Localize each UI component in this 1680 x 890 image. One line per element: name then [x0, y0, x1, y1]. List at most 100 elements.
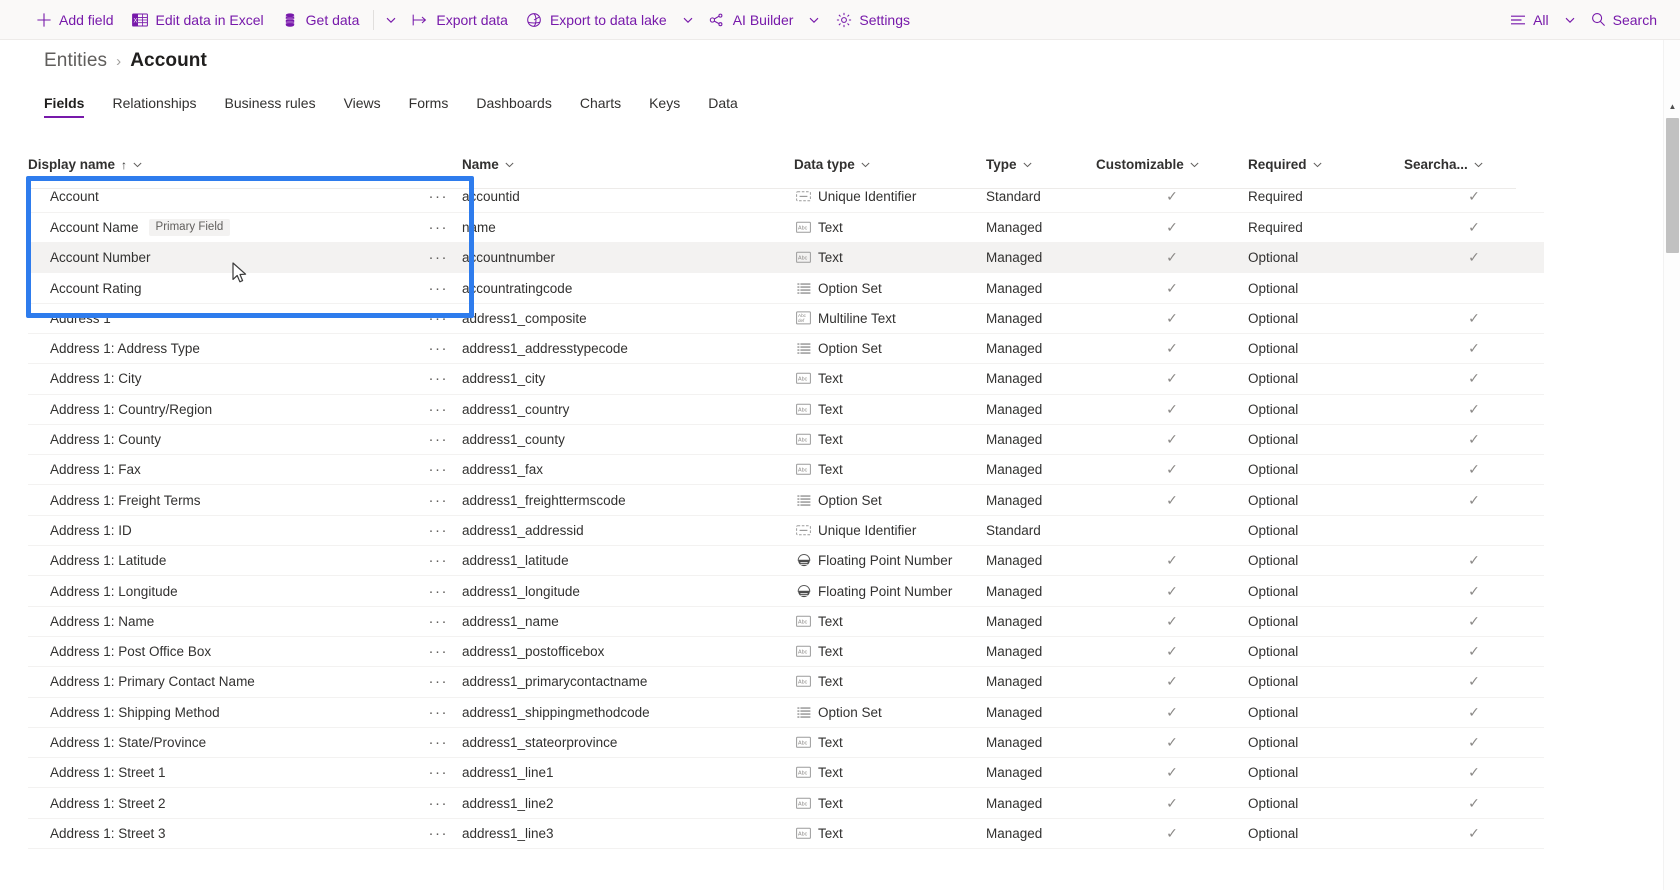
row-more-options-icon[interactable]: ··· [423, 220, 455, 235]
column-header-inner[interactable]: Display name ↑ [28, 157, 147, 172]
row-more-options-icon[interactable]: ··· [423, 705, 455, 720]
table-row[interactable]: Address 1: Street 2 ··· address1_line2 Abc T… [28, 787, 1544, 819]
row-more-options-icon[interactable]: ··· [423, 796, 455, 811]
row-more-options-icon[interactable]: ··· [423, 523, 455, 538]
row-more-options-icon[interactable]: ··· [423, 765, 455, 780]
cell-display-name[interactable]: Address 1: Post Office Box ··· [28, 636, 462, 668]
column-header-inner[interactable]: Searcha... [1404, 157, 1488, 172]
search-button[interactable]: Search [1582, 5, 1666, 35]
cell-display-name[interactable]: Address 1: Primary Contact Name ··· [28, 666, 462, 698]
table-row[interactable]: Address 1: Shipping Method ··· address1_sh… [28, 697, 1544, 728]
scrollbar-thumb[interactable] [1666, 118, 1679, 253]
cell-display-name[interactable]: Address 1: Freight Terms ··· [28, 484, 462, 516]
tab-data[interactable]: Data [708, 95, 738, 118]
cell-display-name[interactable]: Address 1: County ··· [28, 424, 462, 456]
table-row[interactable]: Address 1: Longitude ··· address1_longitud… [28, 575, 1544, 607]
table-row[interactable]: Address 1: Post Office Box ··· address1_po… [28, 636, 1544, 668]
column-header-inner[interactable]: Customizable [1096, 157, 1204, 172]
row-more-options-icon[interactable]: ··· [423, 402, 455, 417]
table-row[interactable]: Address 1: Fax ··· address1_fax Abc Text Mana… [28, 454, 1544, 486]
table-row[interactable]: Address 1: City ··· address1_city Abc Text Ma… [28, 363, 1544, 395]
table-row[interactable]: Address 1: Street 1 ··· address1_line1 Abc T… [28, 757, 1544, 789]
tab-dashboards[interactable]: Dashboards [476, 95, 552, 118]
cell-display-name[interactable]: Account ··· [28, 182, 462, 213]
tab-forms[interactable]: Forms [409, 95, 449, 118]
export-to-data-lake-chevron[interactable] [676, 5, 700, 35]
column-header-searcha[interactable]: Searcha... [1404, 148, 1544, 182]
row-more-options-icon[interactable]: ··· [423, 553, 455, 568]
table-row[interactable]: Address 1: ID ··· address1_addressid Unique… [28, 515, 1544, 547]
cell-display-name[interactable]: Account Rating ··· [28, 272, 462, 304]
table-row[interactable]: Address 1: Name ··· address1_name Abc Text Ma… [28, 606, 1544, 637]
table-row[interactable]: Address 1: Freight Terms ··· address1_frei… [28, 484, 1544, 516]
table-row[interactable]: Address 1: Country/Region ··· address1_cou… [28, 394, 1544, 425]
table-row[interactable]: Address 1: Primary Contact Name ··· addres… [28, 666, 1544, 698]
cell-display-name[interactable]: Address 1: Street 2 ··· [28, 787, 462, 819]
cell-display-name[interactable]: Address 1: Shipping Method ··· [28, 697, 462, 728]
row-more-options-icon[interactable]: ··· [423, 735, 455, 750]
row-more-options-icon[interactable]: ··· [423, 432, 455, 447]
chevron-down-icon[interactable] [1473, 159, 1484, 170]
row-more-options-icon[interactable]: ··· [423, 644, 455, 659]
column-header-required[interactable]: Required [1248, 148, 1404, 182]
chevron-down-icon[interactable] [1189, 159, 1200, 170]
cell-display-name[interactable]: Account Number ··· [28, 242, 462, 274]
cell-display-name[interactable]: Address 1: City ··· [28, 363, 462, 395]
table-row[interactable]: Account ··· accountid Unique Identifier Stan… [28, 182, 1544, 213]
column-header-type[interactable]: Type [986, 148, 1096, 182]
chevron-down-icon[interactable] [860, 159, 871, 170]
chevron-down-icon[interactable] [132, 159, 143, 170]
column-header-inner[interactable]: Type [986, 157, 1037, 172]
tab-relationships[interactable]: Relationships [112, 95, 196, 118]
filter-all-button[interactable]: All [1500, 5, 1558, 35]
table-row[interactable]: Account Number ··· accountnumber Abc Text Man… [28, 242, 1544, 274]
table-row[interactable]: Address 1: Address Type ··· address1_addre… [28, 333, 1544, 365]
export-data-button[interactable]: Export data [403, 5, 517, 35]
table-row[interactable]: Address 1: State/Province ··· address1_sta… [28, 727, 1544, 759]
cell-display-name[interactable]: Address 1: State/Province ··· [28, 727, 462, 759]
settings-button[interactable]: Settings [826, 5, 919, 35]
cell-display-name[interactable]: Address 1: Name ··· [28, 606, 462, 637]
ai-builder-chevron[interactable] [802, 5, 826, 35]
add-field-button[interactable]: Add field [26, 5, 122, 35]
edit-data-in-excel-button[interactable]: X Edit data in Excel [122, 5, 272, 35]
scrollbar-up-arrow-icon[interactable]: ▲ [1664, 98, 1680, 115]
cell-display-name[interactable]: Address 1 ··· [28, 303, 462, 334]
cell-display-name[interactable]: Address 1: Street 1 ··· [28, 757, 462, 789]
column-header-customizable[interactable]: Customizable [1096, 148, 1248, 182]
breadcrumb-entities-link[interactable]: Entities [44, 50, 107, 72]
cell-display-name[interactable]: Address 1: Country/Region ··· [28, 394, 462, 425]
table-row[interactable]: Account Name Primary Field ··· name Abc Text M… [28, 212, 1544, 244]
row-more-options-icon[interactable]: ··· [423, 493, 455, 508]
column-header-data-type[interactable]: Data type [794, 148, 986, 182]
cell-display-name[interactable]: Address 1: Fax ··· [28, 454, 462, 486]
row-more-options-icon[interactable]: ··· [423, 311, 455, 326]
tab-business-rules[interactable]: Business rules [225, 95, 316, 118]
row-more-options-icon[interactable]: ··· [423, 674, 455, 689]
column-header-display-name[interactable]: Display name ↑ [28, 148, 462, 182]
cell-display-name[interactable]: Address 1: Latitude ··· [28, 545, 462, 577]
row-more-options-icon[interactable]: ··· [423, 614, 455, 629]
chevron-down-icon[interactable] [1022, 159, 1033, 170]
column-header-inner[interactable]: Required [1248, 157, 1327, 172]
table-row[interactable]: Account Rating ··· accountratingcode Option… [28, 272, 1544, 304]
cell-display-name[interactable]: Address 1: ID ··· [28, 515, 462, 547]
chevron-down-icon[interactable] [1312, 159, 1323, 170]
tab-fields[interactable]: Fields [44, 95, 85, 118]
column-header-inner[interactable]: Name [462, 157, 519, 172]
cell-display-name[interactable]: Address 1: Street 3 ··· [28, 818, 462, 850]
tab-keys[interactable]: Keys [649, 95, 680, 118]
cell-display-name[interactable]: Account Name Primary Field ··· [28, 212, 462, 244]
table-row[interactable]: Address 1: Latitude ··· address1_latitude F… [28, 545, 1544, 577]
get-data-button[interactable]: Get data [273, 5, 369, 35]
export-to-data-lake-button[interactable]: Export to data lake [517, 5, 676, 35]
table-row[interactable]: Address 1 ··· address1_composite Abc def Mult… [28, 303, 1544, 334]
row-more-options-icon[interactable]: ··· [423, 341, 455, 356]
column-header-name[interactable]: Name [462, 148, 794, 182]
chevron-down-icon[interactable] [504, 159, 515, 170]
column-header-inner[interactable]: Data type [794, 157, 875, 172]
get-data-overflow-chevron[interactable] [379, 5, 403, 35]
table-row[interactable]: Address 1: County ··· address1_county Abc Te… [28, 424, 1544, 456]
cell-display-name[interactable]: Address 1: Longitude ··· [28, 575, 462, 607]
table-row[interactable]: Address 1: Street 3 ··· address1_line3 Abc T… [28, 818, 1544, 850]
